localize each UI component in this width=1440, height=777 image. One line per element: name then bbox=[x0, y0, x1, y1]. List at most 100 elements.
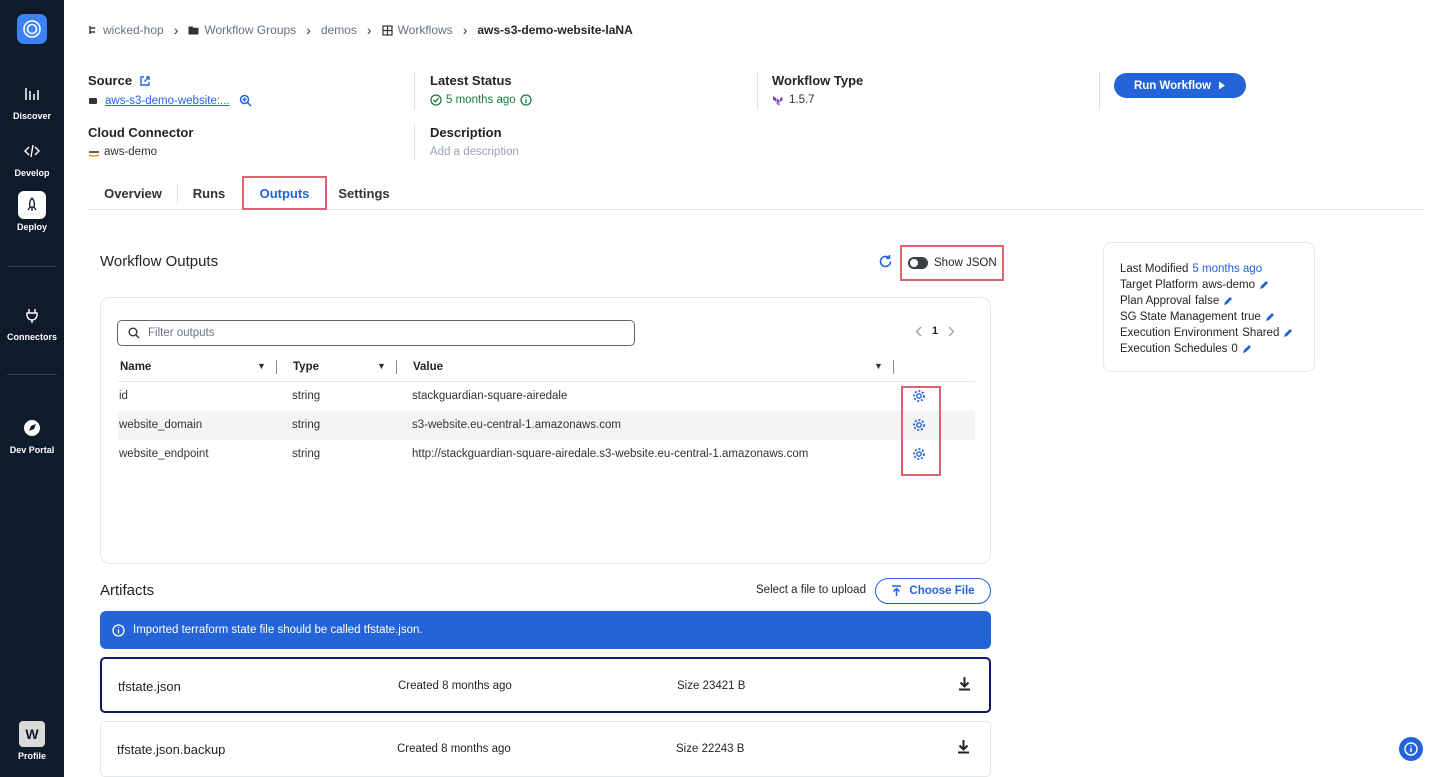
cloud-connector-block: Cloud Connector aws-demo bbox=[88, 125, 193, 158]
pencil-icon[interactable] bbox=[1265, 312, 1275, 322]
cloud-connector-value[interactable]: aws-demo bbox=[104, 146, 157, 158]
status-label: Latest Status bbox=[430, 73, 512, 88]
portal-icon bbox=[18, 414, 46, 442]
meta-label: Last Modified bbox=[1120, 263, 1189, 275]
show-json-label: Show JSON bbox=[934, 257, 997, 269]
app-logo-icon[interactable] bbox=[17, 14, 47, 44]
sidebar-item-deploy[interactable]: Deploy bbox=[0, 191, 64, 232]
column-resizer[interactable] bbox=[893, 360, 894, 374]
source-link[interactable]: aws-s3-demo-website:... bbox=[105, 95, 230, 107]
external-link-icon[interactable] bbox=[139, 75, 151, 87]
aws-icon bbox=[88, 150, 100, 157]
artifact-size: Size 23421 B bbox=[677, 680, 746, 692]
tab-outputs[interactable]: Outputs bbox=[242, 176, 327, 210]
table-row: website_domain string s3-website.eu-cent… bbox=[118, 411, 975, 440]
tab-runs[interactable]: Runs bbox=[180, 176, 238, 210]
chevron-right-icon: › bbox=[306, 22, 311, 38]
pencil-icon[interactable] bbox=[1223, 296, 1233, 306]
sidebar-item-label: Discover bbox=[12, 111, 52, 121]
tab-divider bbox=[177, 183, 178, 203]
filter-outputs-input[interactable] bbox=[148, 327, 608, 339]
sidebar-divider bbox=[7, 374, 57, 375]
filter-box[interactable] bbox=[117, 320, 635, 346]
info-icon bbox=[1404, 742, 1418, 756]
folder-icon bbox=[188, 26, 199, 35]
table-row: id string stackguardian-square-airedale bbox=[118, 382, 975, 411]
output-value: http://stackguardian-square-airedale.s3-… bbox=[412, 448, 809, 460]
run-workflow-label: Run Workflow bbox=[1133, 79, 1212, 92]
column-resizer[interactable] bbox=[396, 360, 397, 374]
sidebar: Discover Develop Deploy Connectors Dev P… bbox=[0, 0, 64, 777]
pencil-icon[interactable] bbox=[1283, 328, 1293, 338]
filter-icon[interactable]: ▼ bbox=[257, 361, 266, 371]
sidebar-item-dev-portal[interactable]: Dev Portal bbox=[0, 414, 64, 455]
page-number[interactable]: 1 bbox=[932, 325, 938, 337]
column-header-name[interactable]: Name bbox=[120, 361, 151, 373]
artifact-size: Size 22243 B bbox=[676, 743, 745, 755]
breadcrumb-workflow-groups[interactable]: Workflow Groups bbox=[188, 23, 296, 37]
breadcrumb-current: aws-s3-demo-website-laNA bbox=[477, 23, 633, 37]
output-type: string bbox=[292, 448, 321, 460]
status-value: 5 months ago bbox=[446, 94, 516, 106]
meta-label: Execution Environment bbox=[1120, 327, 1239, 339]
breadcrumb-org[interactable]: wicked-hop bbox=[88, 23, 164, 37]
filter-icon[interactable]: ▼ bbox=[377, 361, 386, 371]
output-name: website_endpoint bbox=[119, 448, 209, 460]
help-button[interactable] bbox=[1399, 737, 1423, 761]
check-circle-icon bbox=[430, 94, 442, 106]
outputs-card: 1 Name ▼ Type ▼ Value ▼ id string stackg… bbox=[100, 297, 991, 564]
choose-file-button[interactable]: Choose File bbox=[875, 578, 991, 604]
artifact-row[interactable]: tfstate.json.backup Created 8 months ago… bbox=[100, 721, 991, 777]
info-icon bbox=[112, 623, 125, 637]
column-resizer[interactable] bbox=[276, 360, 277, 374]
tab-overview[interactable]: Overview bbox=[92, 176, 174, 210]
sidebar-item-label: Connectors bbox=[6, 332, 57, 342]
artifact-name: tfstate.json bbox=[118, 679, 181, 694]
plug-icon bbox=[18, 301, 46, 329]
workflow-outputs-title: Workflow Outputs bbox=[100, 253, 219, 270]
breadcrumb-workflows[interactable]: Workflows bbox=[381, 23, 453, 37]
pencil-icon[interactable] bbox=[1259, 280, 1269, 290]
upload-label: Select a file to upload bbox=[756, 584, 866, 596]
workflow-type-block: Workflow Type 1.5.7 bbox=[772, 73, 863, 106]
terraform-icon bbox=[773, 95, 783, 106]
chevron-right-icon[interactable] bbox=[948, 326, 955, 337]
chevron-right-icon: › bbox=[366, 22, 372, 38]
breadcrumb-group[interactable]: demos bbox=[321, 23, 357, 37]
run-workflow-button[interactable]: Run Workflow bbox=[1114, 73, 1246, 98]
info-icon[interactable] bbox=[520, 94, 532, 106]
zoom-in-icon[interactable] bbox=[239, 94, 252, 107]
artifact-name: tfstate.json.backup bbox=[117, 742, 226, 757]
refresh-icon[interactable] bbox=[878, 254, 893, 269]
pencil-icon[interactable] bbox=[1242, 344, 1252, 354]
sidebar-item-profile[interactable]: W Profile bbox=[0, 721, 64, 761]
sidebar-item-connectors[interactable]: Connectors bbox=[0, 301, 64, 342]
sidebar-item-develop[interactable]: Develop bbox=[0, 137, 64, 178]
show-json-toggle[interactable]: Show JSON bbox=[900, 245, 1004, 281]
tab-settings[interactable]: Settings bbox=[330, 176, 398, 210]
artifact-row[interactable]: tfstate.json Created 8 months ago Size 2… bbox=[100, 657, 991, 713]
toggle-switch[interactable] bbox=[908, 257, 928, 269]
chevron-right-icon: › bbox=[173, 22, 179, 38]
column-header-value[interactable]: Value bbox=[413, 361, 443, 373]
sidebar-item-label: Profile bbox=[17, 751, 46, 761]
rocket-icon bbox=[18, 191, 46, 219]
chevron-right-icon: › bbox=[462, 22, 468, 38]
description-input[interactable]: Add a description bbox=[430, 146, 519, 158]
upload-icon bbox=[892, 585, 902, 596]
column-header-type[interactable]: Type bbox=[293, 361, 319, 373]
meta-value: aws-demo bbox=[1201, 279, 1256, 291]
download-icon[interactable] bbox=[958, 676, 971, 691]
download-icon[interactable] bbox=[957, 739, 970, 754]
status-block: Latest Status 5 months ago bbox=[430, 73, 532, 106]
sidebar-item-discover[interactable]: Discover bbox=[0, 80, 64, 121]
sidebar-item-label: Dev Portal bbox=[9, 445, 55, 455]
meta-value: true bbox=[1240, 311, 1261, 323]
meta-label: Target Platform bbox=[1120, 279, 1198, 291]
filter-icon[interactable]: ▼ bbox=[874, 361, 883, 371]
meta-value: false bbox=[1194, 295, 1220, 307]
sidebar-item-label: Deploy bbox=[16, 222, 47, 232]
repo-icon bbox=[89, 97, 97, 104]
chevron-left-icon[interactable] bbox=[915, 326, 922, 337]
sidebar-item-label: Develop bbox=[14, 168, 50, 178]
